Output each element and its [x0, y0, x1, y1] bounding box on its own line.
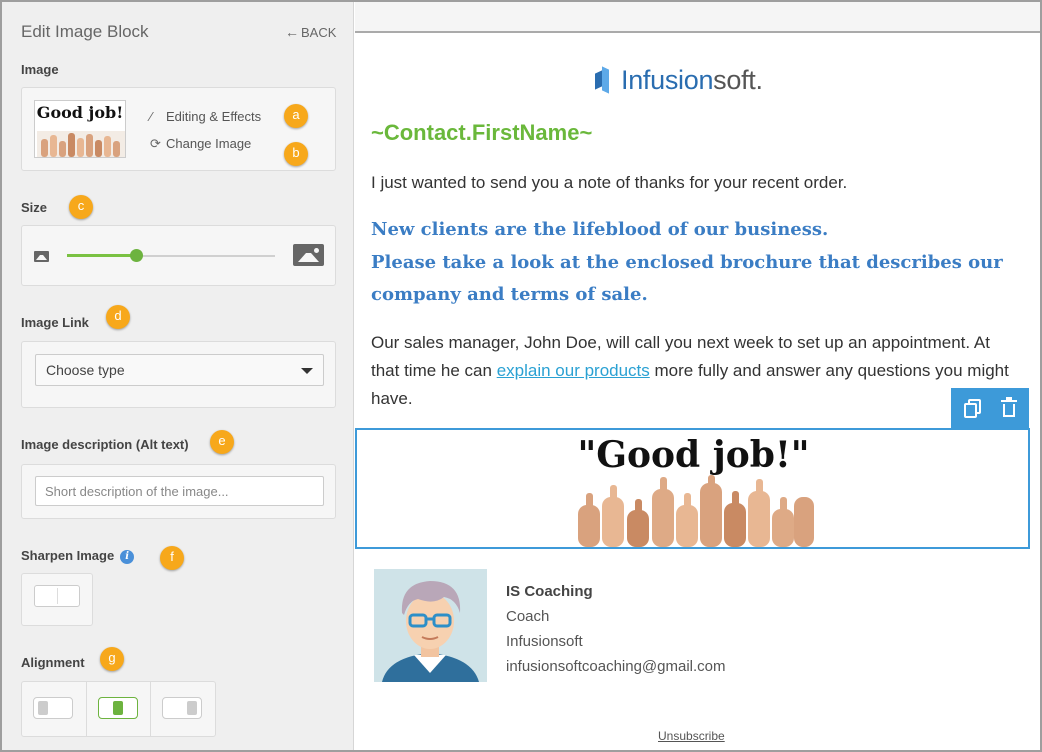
signature-name: IS Coaching — [506, 583, 593, 600]
align-right-button[interactable] — [162, 697, 202, 719]
small-image-icon — [34, 251, 49, 262]
marker-e: e — [210, 430, 234, 454]
marker-g: g — [100, 647, 124, 671]
duplicate-icon[interactable] — [962, 397, 984, 419]
contact-merge-field[interactable]: ~Contact.FirstName~ — [371, 120, 592, 146]
arrow-left-icon: ← — [285, 24, 299, 40]
headline-line: Please take a look at the enclosed broch… — [371, 251, 1003, 273]
sharpen-label: Sharpen Image — [21, 548, 115, 563]
window-frame: Edit Image Block ←BACK Image Good job! — [0, 0, 1042, 752]
align-right-segment — [151, 682, 215, 736]
headline-text[interactable]: New clients are the lifeblood of our bus… — [371, 214, 1021, 312]
good-job-image-text: "Good job!" — [577, 434, 810, 476]
signature-email[interactable]: infusionsoftcoaching@gmail.com — [506, 658, 726, 675]
align-left-segment — [22, 682, 87, 736]
align-left-indicator — [38, 701, 48, 715]
sharpen-toggle[interactable] — [34, 585, 80, 607]
email-preview: Infusionsoft. ~Contact.FirstName~ I just… — [355, 2, 1040, 750]
align-left-button[interactable] — [33, 697, 73, 719]
marker-a: a — [284, 104, 308, 128]
sharpen-row: Sharpen Image i — [21, 548, 135, 564]
image-link-label: Image Link — [21, 315, 89, 330]
selected-image-block[interactable]: "Good job!" — [355, 428, 1030, 549]
trash-icon[interactable] — [998, 397, 1020, 419]
image-link-box: Choose type — [21, 341, 336, 408]
avatar-illustration — [374, 569, 487, 682]
headline-line: New clients are the lifeblood of our bus… — [371, 219, 829, 240]
editing-effects-label: Editing & Effects — [166, 109, 262, 124]
align-center-segment — [87, 682, 151, 736]
alignment-label: Alignment — [21, 655, 85, 670]
logo-text: Infusionsoft. — [621, 65, 763, 95]
size-label: Size — [21, 200, 48, 215]
back-label: BACK — [301, 25, 337, 40]
image-thumbnail[interactable]: Good job! — [34, 100, 126, 158]
size-slider-fill — [67, 254, 136, 257]
align-center-indicator — [113, 701, 123, 715]
intro-paragraph[interactable]: I just wanted to send you a note of than… — [371, 173, 847, 193]
size-slider-handle[interactable] — [129, 249, 143, 262]
sales-paragraph[interactable]: Our sales manager, John Doe, will call y… — [371, 329, 1021, 413]
align-center-button[interactable] — [98, 697, 138, 719]
edit-panel: Edit Image Block ←BACK Image Good job! — [2, 2, 354, 750]
alt-text-box: Short description of the image... — [21, 464, 336, 519]
good-job-image: "Good job!" — [572, 430, 815, 547]
alignment-box — [21, 681, 216, 737]
chevron-down-icon — [301, 368, 313, 374]
headline-line: company and terms of sale. — [371, 284, 648, 305]
large-image-icon — [293, 244, 324, 266]
panel-title: Edit Image Block — [21, 22, 149, 41]
sharpen-box — [21, 573, 93, 626]
preview-top-bar — [355, 2, 1040, 33]
avatar — [374, 569, 487, 682]
marker-d: d — [106, 305, 130, 329]
block-toolbar — [951, 388, 1029, 429]
link-type-select[interactable]: Choose type — [35, 354, 324, 386]
marker-c: c — [69, 195, 93, 219]
back-button[interactable]: ← BACK — [285, 24, 336, 40]
refresh-icon: ⟳ — [150, 136, 161, 151]
magic-wand-icon: ⁄ — [150, 109, 153, 124]
alt-text-label: Image description (Alt text) — [21, 437, 189, 452]
alt-text-input[interactable]: Short description of the image... — [35, 476, 324, 506]
editing-effects-link[interactable]: ⁄ Editing & Effects — [150, 109, 261, 124]
marker-f: f — [160, 546, 184, 570]
info-icon[interactable]: i — [120, 549, 135, 564]
thumbs-up-hands-image — [578, 475, 814, 547]
marker-b: b — [284, 142, 308, 166]
align-right-indicator — [187, 701, 197, 715]
change-image-link[interactable]: ⟳ Change Image — [150, 136, 251, 152]
image-section-label: Image — [21, 62, 59, 77]
link-type-value: Choose type — [46, 362, 125, 378]
size-section-box — [21, 225, 336, 286]
unsubscribe-link[interactable]: Unsubscribe — [658, 729, 725, 743]
signature-title: Coach — [506, 608, 550, 625]
change-image-label: Change Image — [166, 136, 252, 151]
thumbnail-hands-image — [37, 131, 125, 157]
thumbnail-text: Good job! — [36, 103, 124, 122]
logo-mark-icon — [595, 66, 609, 94]
signature-company: Infusionsoft — [506, 633, 583, 650]
explain-products-link[interactable]: explain our products — [497, 361, 650, 380]
